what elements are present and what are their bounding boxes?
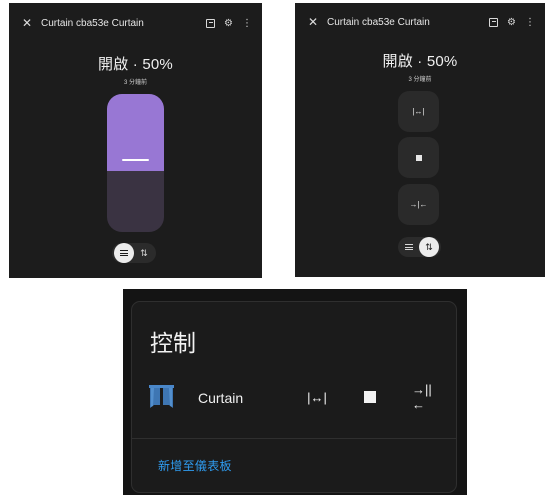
more-info-dialog-slider: ✕ Curtain cba53e Curtain ⚙ ⋮ 開啟 · 50% 3 …: [9, 3, 262, 278]
dialog-header: ✕ Curtain cba53e Curtain ⚙ ⋮: [9, 3, 262, 43]
swap-vert-icon: ⇅: [425, 241, 433, 252]
state-status: 開啟 · 50%: [98, 56, 173, 73]
slider-handle[interactable]: [122, 159, 149, 161]
stop-icon: [415, 154, 422, 161]
position-slider[interactable]: [107, 94, 164, 232]
close-icon[interactable]: ✕: [306, 15, 320, 29]
card-title: 控制: [150, 330, 196, 356]
header-tools: ⚙ ⋮: [206, 18, 252, 29]
open-cover-icon: |↔|: [307, 389, 327, 405]
header-tools: ⚙ ⋮: [489, 17, 535, 28]
buttons-mode-button[interactable]: ⇅: [134, 243, 154, 263]
state-info: 開啟 · 50% 3 分鐘前: [295, 50, 545, 83]
close-cover-icon: →||←: [412, 382, 432, 412]
close-cover-icon: →|←: [409, 200, 428, 209]
dialog-title: Curtain cba53e Curtain: [41, 17, 144, 29]
stop-icon: [364, 391, 376, 403]
dialog-header: ✕ Curtain cba53e Curtain ⚙ ⋮: [295, 3, 545, 41]
add-to-dashboard-link[interactable]: 新增至儀表板: [158, 457, 232, 474]
close-cover-button[interactable]: →|←: [398, 184, 439, 225]
open-cover-button[interactable]: |↔|: [398, 91, 439, 132]
curtain-icon[interactable]: [149, 385, 174, 408]
stop-cover-button[interactable]: [362, 387, 378, 407]
controls-card: 控制 Curtain |↔| →||← 新增至儀表板: [131, 301, 457, 493]
stop-cover-button[interactable]: [398, 137, 439, 178]
close-cover-button[interactable]: →||←: [412, 382, 438, 412]
slider-mode-button[interactable]: [114, 243, 134, 263]
state-info: 開啟 · 50% 3 分鐘前: [9, 53, 262, 86]
slider-mode-button[interactable]: [399, 237, 419, 257]
history-icon[interactable]: [489, 17, 499, 27]
more-info-dialog-buttons: ✕ Curtain cba53e Curtain ⚙ ⋮ 開啟 · 50% 3 …: [295, 3, 545, 277]
open-cover-button[interactable]: |↔|: [304, 387, 330, 407]
view-mode-toggle: ⇅: [398, 237, 441, 257]
state-time: 3 分鐘前: [408, 77, 432, 83]
view-mode-toggle: ⇅: [112, 243, 156, 263]
entity-name[interactable]: Curtain: [198, 390, 243, 406]
dialog-title: Curtain cba53e Curtain: [327, 16, 430, 28]
close-icon[interactable]: ✕: [20, 16, 34, 30]
card-divider: [132, 438, 456, 439]
buttons-mode-button[interactable]: ⇅: [419, 237, 439, 257]
menu-lines-icon: [120, 250, 128, 256]
state-time: 3 分鐘前: [123, 80, 147, 86]
open-cover-icon: |↔|: [412, 107, 425, 116]
more-vert-icon[interactable]: ⋮: [525, 17, 535, 28]
history-icon[interactable]: [206, 18, 216, 28]
more-vert-icon[interactable]: ⋮: [242, 18, 252, 29]
swap-vert-icon: ⇅: [140, 247, 148, 258]
entity-row[interactable]: Curtain |↔| →||←: [132, 378, 456, 416]
controls-card-panel: 控制 Curtain |↔| →||← 新增至儀表板: [123, 289, 467, 495]
menu-lines-icon: [405, 244, 413, 250]
state-status: 開啟 · 50%: [382, 53, 458, 70]
gear-icon[interactable]: ⚙: [507, 17, 516, 28]
gear-icon[interactable]: ⚙: [224, 18, 233, 29]
